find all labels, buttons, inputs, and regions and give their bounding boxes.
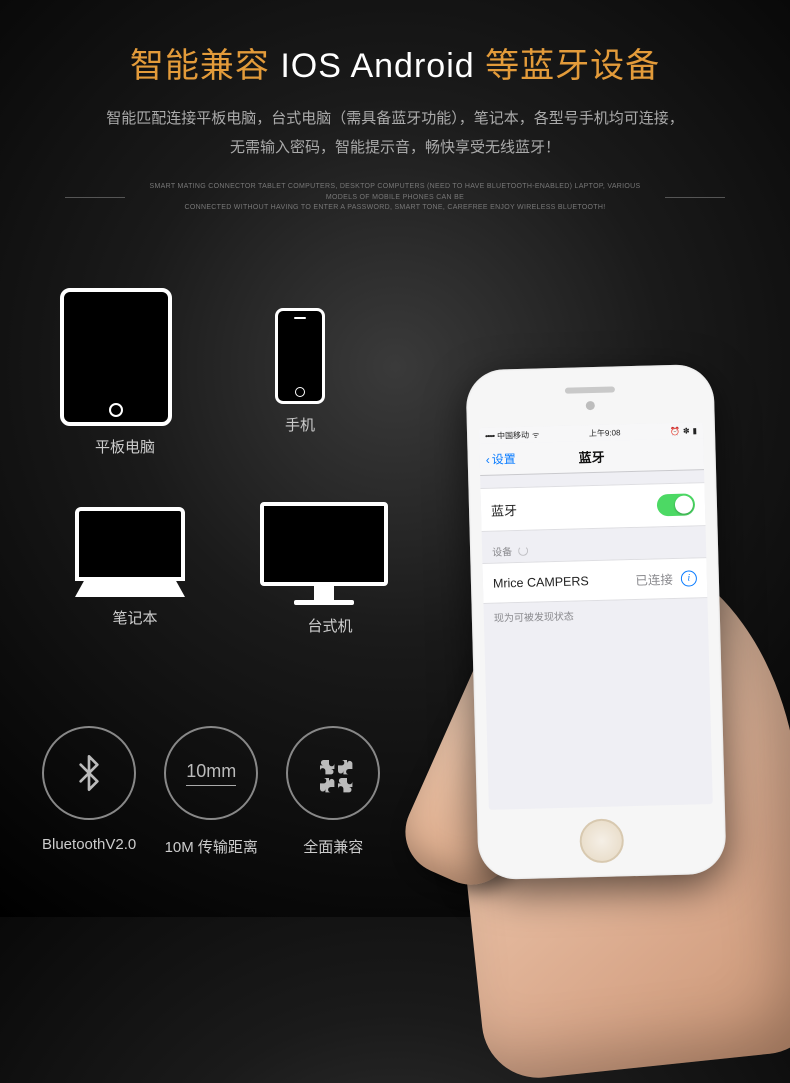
chevron-left-icon: ‹ xyxy=(486,452,490,466)
monitor-icon xyxy=(260,502,388,605)
sub-line-2: 无需输入密码，智能提示音，畅快享受无线蓝牙！ xyxy=(0,134,790,163)
carrier-label: 中国移动 xyxy=(497,429,529,441)
range-value: 10mm xyxy=(186,761,236,786)
puzzle-icon xyxy=(286,726,380,820)
feature-row: BluetoothV2.0 10mm 10M 传输距离 全面兼容 xyxy=(42,726,380,857)
nav-bar: ‹ 设置 蓝牙 xyxy=(479,438,704,476)
english-caption: SMART MATING CONNECTOR TABLET COMPUTERS,… xyxy=(0,182,790,214)
device-tablet-label: 平板电脑 xyxy=(60,436,190,457)
eng-line-1: SMART MATING CONNECTOR TABLET COMPUTERS,… xyxy=(135,182,655,203)
device-row[interactable]: Mrice CAMPERS 已连接 i xyxy=(482,557,707,604)
feature-compat-label: 全面兼容 xyxy=(286,836,380,857)
bluetooth-toggle-row[interactable]: 蓝牙 xyxy=(480,482,705,532)
signal-icon: ••••• xyxy=(485,431,494,440)
sub-line-1: 智能匹配连接平板电脑，台式电脑（需具备蓝牙功能），笔记本，各型号手机均可连接， xyxy=(0,105,790,134)
iphone-mock: ••••• 中国移动 ᯤ 上午9:08 ⏰ ✽ ▮ ‹ 设置 蓝牙 xyxy=(465,364,726,880)
spinner-icon xyxy=(518,545,528,555)
info-icon[interactable]: i xyxy=(681,570,697,586)
device-phone-label: 手机 xyxy=(240,414,360,435)
title-post: 等蓝牙设备 xyxy=(475,47,660,85)
subtitle: 智能匹配连接平板电脑，台式电脑（需具备蓝牙功能），笔记本，各型号手机均可连接， … xyxy=(0,105,790,162)
device-status: 已连接 xyxy=(635,569,673,589)
device-desktop: 台式机 xyxy=(260,487,400,636)
discoverable-note: 现为可被发现状态 xyxy=(483,598,708,631)
range-icon: 10mm xyxy=(164,726,258,820)
feature-compat: 全面兼容 xyxy=(286,726,380,857)
status-time: 上午9:08 xyxy=(589,427,621,439)
feature-range-label: 10M 传输距离 xyxy=(164,836,258,857)
wifi-icon: ᯤ xyxy=(532,429,540,440)
feature-bluetooth: BluetoothV2.0 xyxy=(42,726,136,857)
device-laptop-label: 笔记本 xyxy=(60,607,210,628)
title-mid: IOS Android xyxy=(280,47,474,85)
hand-illustration: ••••• 中国移动 ᯤ 上午9:08 ⏰ ✽ ▮ ‹ 设置 蓝牙 xyxy=(390,307,790,947)
devices-label-text: 设备 xyxy=(492,543,512,559)
device-tablet: 平板电脑 xyxy=(60,288,190,457)
divider-right xyxy=(665,197,725,198)
bt-row-label: 蓝牙 xyxy=(491,500,518,520)
nav-title: 蓝牙 xyxy=(578,447,605,467)
back-button[interactable]: ‹ 设置 xyxy=(485,450,515,468)
laptop-icon xyxy=(60,507,200,597)
tablet-icon xyxy=(60,288,172,426)
title-pre: 智能兼容 xyxy=(130,47,280,85)
phone-icon xyxy=(275,308,325,404)
page-title: 智能兼容 IOS Android 等蓝牙设备 xyxy=(0,38,790,87)
toggle-on-icon[interactable] xyxy=(657,493,696,516)
phone-screen: ••••• 中国移动 ᯤ 上午9:08 ⏰ ✽ ▮ ‹ 设置 蓝牙 xyxy=(479,422,713,810)
home-button[interactable] xyxy=(579,818,624,863)
eng-line-2: CONNECTED WITHOUT HAVING TO ENTER A PASS… xyxy=(135,203,655,214)
battery-icon: ▮ xyxy=(692,426,697,435)
device-desktop-label: 台式机 xyxy=(260,615,400,636)
front-camera-icon xyxy=(586,401,595,410)
device-laptop: 笔记本 xyxy=(60,487,210,636)
back-label: 设置 xyxy=(491,450,515,468)
alarm-icon: ⏰ xyxy=(670,426,680,435)
feature-range: 10mm 10M 传输距离 xyxy=(164,726,258,857)
bluetooth-icon xyxy=(42,726,136,820)
device-grid: 平板电脑 手机 笔记本 台式机 xyxy=(60,288,400,636)
feature-bluetooth-label: BluetoothV2.0 xyxy=(42,836,136,853)
divider-left xyxy=(65,197,125,198)
bt-status-icon: ✽ xyxy=(683,426,690,435)
device-name: Mrice CAMPERS xyxy=(493,574,589,591)
device-phone: 手机 xyxy=(240,288,360,457)
